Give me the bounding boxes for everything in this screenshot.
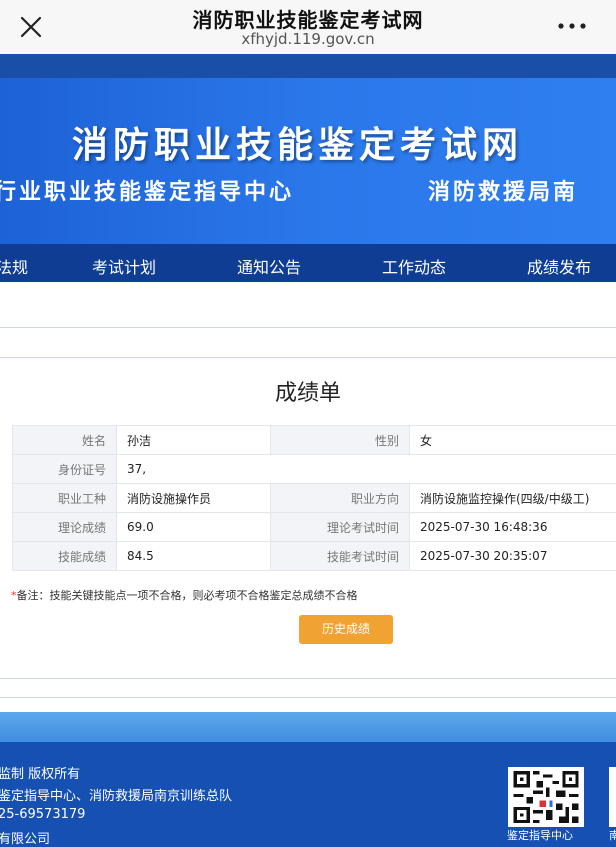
nav-item-notices[interactable]: 通知公告 <box>237 254 301 278</box>
more-dots-icon <box>558 23 586 29</box>
divider-card-bottom <box>0 678 616 679</box>
divider-top <box>0 327 616 328</box>
direction-label: 职业方向 <box>270 483 410 513</box>
footer-light-band <box>0 712 616 742</box>
banner-title: 消防职业技能鉴定考试网 <box>72 125 524 166</box>
browser-top-bar: 消防职业技能鉴定考试网 xfhyjd.119.gov.cn <box>0 0 616 54</box>
nav-item-exam-plan[interactable]: 考试计划 <box>92 254 156 278</box>
table-row: 姓名 孙洁 性别 女 <box>12 425 616 455</box>
skill-time-value: 2025-07-30 20:35:07 <box>409 541 616 571</box>
site-banner: 消防职业技能鉴定考试网 行业职业技能鉴定指导中心 消防救援局南 <box>0 78 616 244</box>
browser-page-title: 消防职业技能鉴定考试网 <box>192 8 424 32</box>
theory-time-value: 2025-07-30 16:48:36 <box>409 512 616 542</box>
qr-code-image <box>508 767 584 827</box>
theory-score-value: 69.0 <box>116 512 271 542</box>
qr-code-icon <box>513 771 579 823</box>
scorecard-title: 成绩单 <box>274 381 341 406</box>
divider-card-top <box>0 357 616 358</box>
more-button[interactable] <box>556 18 588 34</box>
remark-note: *备注：技能关键技能点一项不合格，则必考项不合格鉴定总成绩不合格 <box>11 587 358 603</box>
occupation-label: 职业工种 <box>12 483 117 513</box>
banner-top-strip <box>0 54 616 78</box>
skill-score-value: 84.5 <box>116 541 271 571</box>
nav-item-work-news[interactable]: 工作动态 <box>382 254 446 278</box>
id-number-value: 37, <box>116 454 616 484</box>
table-row: 技能成绩 84.5 技能考试时间 2025-07-30 20:35:07 <box>12 541 616 571</box>
history-scores-button[interactable]: 历史成绩 <box>299 615 393 644</box>
qr-code-image-2 <box>609 767 616 827</box>
footer-copyright: 监制 版权所有 <box>0 767 81 782</box>
footer-phone: 25-69573179 <box>0 807 86 822</box>
main-nav: 法规 考试计划 通知公告 工作动态 成绩发布 <box>0 244 616 282</box>
banner-subtitle-right: 消防救援局南 <box>428 180 579 205</box>
theory-time-label: 理论考试时间 <box>270 512 410 542</box>
nav-item-score-release[interactable]: 成绩发布 <box>527 254 591 278</box>
divider-bottom <box>0 697 616 698</box>
direction-value: 消防设施监控操作(四级/中级工) <box>409 483 616 513</box>
qr-caption-guidance-center: 鉴定指导中心 <box>507 829 573 842</box>
nav-item-regulations[interactable]: 法规 <box>0 254 28 278</box>
gender-value: 女 <box>409 425 616 455</box>
score-table: 姓名 孙洁 性别 女 身份证号 37, 职业工种 消防设施操作员 职业方向 消防… <box>12 425 616 571</box>
name-value: 孙洁 <box>116 425 271 455</box>
gender-label: 性别 <box>270 425 410 455</box>
table-row: 身份证号 37, <box>12 454 616 484</box>
table-row: 理论成绩 69.0 理论考试时间 2025-07-30 16:48:36 <box>12 512 616 542</box>
footer-organizer: 鉴定指导中心、消防救援局南京训练总队 <box>0 789 233 804</box>
footer-company: 有限公司 <box>0 832 51 847</box>
name-label: 姓名 <box>12 425 117 455</box>
qr-caption-2: 南 <box>609 829 616 842</box>
skill-score-label: 技能成绩 <box>12 541 117 571</box>
browser-url: xfhyjd.119.gov.cn <box>241 30 375 48</box>
theory-score-label: 理论成绩 <box>12 512 117 542</box>
banner-subtitle-left: 行业职业技能鉴定指导中心 <box>0 180 295 205</box>
id-number-label: 身份证号 <box>12 454 117 484</box>
table-row: 职业工种 消防设施操作员 职业方向 消防设施监控操作(四级/中级工) <box>12 483 616 513</box>
remark-text: 备注：技能关键技能点一项不合格，则必考项不合格鉴定总成绩不合格 <box>16 589 358 602</box>
occupation-value: 消防设施操作员 <box>116 483 271 513</box>
page: 消防职业技能鉴定考试网 xfhyjd.119.gov.cn 消防职业技能鉴定考试… <box>0 0 616 847</box>
skill-time-label: 技能考试时间 <box>270 541 410 571</box>
